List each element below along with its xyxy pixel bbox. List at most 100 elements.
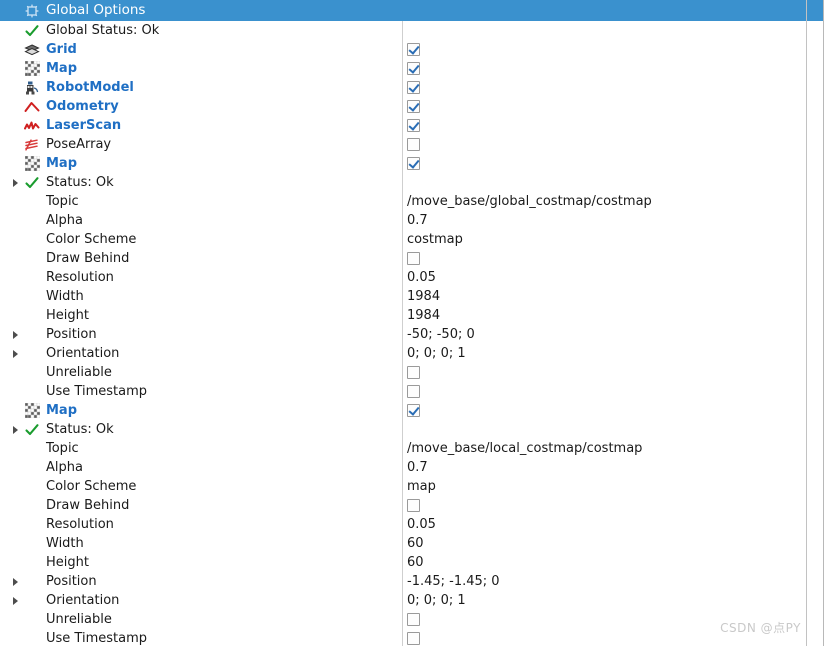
property-row-height[interactable]: Height 60 [0, 553, 823, 572]
property-value-cell[interactable]: 0.7 [403, 211, 806, 230]
property-value-text[interactable]: /move_base/local_costmap/costmap [407, 439, 642, 458]
property-row-unreliable[interactable]: Unreliable [0, 363, 823, 382]
property-value-cell[interactable]: 0; 0; 0; 1 [403, 591, 806, 610]
property-value-text[interactable]: 0; 0; 0; 1 [407, 591, 466, 610]
display-row-laserscan[interactable]: LaserScan [0, 116, 823, 135]
display-enable-checkbox[interactable] [407, 43, 420, 56]
property-name-cell[interactable]: Global Options [0, 0, 402, 21]
property-checkbox[interactable] [407, 499, 420, 512]
expand-triangle-icon[interactable] [8, 578, 22, 586]
property-row-alpha[interactable]: Alpha 0.7 [0, 458, 823, 477]
display-enable-checkbox[interactable] [407, 62, 420, 75]
property-value-cell[interactable]: costmap [403, 230, 806, 249]
status-row[interactable]: Global Status: Ok [0, 21, 823, 40]
property-name-cell[interactable]: Map [0, 154, 402, 173]
property-name-cell[interactable]: Position [0, 325, 402, 344]
property-row-draw-behind[interactable]: Draw Behind [0, 249, 823, 268]
expand-triangle-icon[interactable] [8, 426, 22, 434]
property-name-cell[interactable]: Resolution [0, 268, 402, 287]
property-row-orientation[interactable]: Orientation 0; 0; 0; 1 [0, 591, 823, 610]
property-row-width[interactable]: Width60 [0, 534, 823, 553]
property-name-cell[interactable]: Use Timestamp [0, 629, 402, 646]
property-value-cell[interactable] [403, 382, 806, 401]
property-name-cell[interactable]: Width [0, 287, 402, 306]
property-name-cell[interactable]: Grid [0, 40, 402, 59]
property-name-cell[interactable]: Color Scheme [0, 230, 402, 249]
property-name-cell[interactable]: Alpha [0, 211, 402, 230]
property-value-cell[interactable]: /move_base/global_costmap/costmap [403, 192, 806, 211]
property-value-cell[interactable] [403, 496, 806, 515]
property-value-text[interactable]: 0; 0; 0; 1 [407, 344, 466, 363]
property-name-cell[interactable]: Height [0, 306, 402, 325]
property-row-use-timestamp[interactable]: Use Timestamp [0, 629, 823, 646]
property-value-text[interactable]: map [407, 477, 436, 496]
property-value-cell[interactable]: 0; 0; 0; 1 [403, 344, 806, 363]
property-name-cell[interactable]: Height [0, 553, 402, 572]
property-value-cell[interactable] [403, 154, 806, 173]
property-value-cell[interactable]: 1984 [403, 287, 806, 306]
expand-triangle-icon[interactable] [8, 331, 22, 339]
property-row-use-timestamp[interactable]: Use Timestamp [0, 382, 823, 401]
property-name-cell[interactable]: Alpha [0, 458, 402, 477]
property-value-cell[interactable]: 0.05 [403, 515, 806, 534]
property-value-text[interactable]: 1984 [407, 287, 440, 306]
property-name-cell[interactable]: Unreliable [0, 610, 402, 629]
expand-triangle-icon[interactable] [8, 179, 22, 187]
property-row-height[interactable]: Height 1984 [0, 306, 823, 325]
property-name-cell[interactable]: Orientation [0, 344, 402, 363]
property-name-cell[interactable]: Resolution [0, 515, 402, 534]
property-row-draw-behind[interactable]: Draw Behind [0, 496, 823, 515]
property-checkbox[interactable] [407, 632, 420, 645]
property-value-cell[interactable]: 0.05 [403, 268, 806, 287]
property-name-cell[interactable]: Map [0, 59, 402, 78]
property-name-cell[interactable]: Topic [0, 192, 402, 211]
property-value-cell[interactable] [403, 135, 806, 154]
display-enable-checkbox[interactable] [407, 404, 420, 417]
status-row[interactable]: Status: Ok [0, 173, 823, 192]
property-name-cell[interactable]: Draw Behind [0, 496, 402, 515]
property-row-width[interactable]: Width 1984 [0, 287, 823, 306]
property-value-cell[interactable] [403, 401, 806, 420]
property-row-alpha[interactable]: Alpha 0.7 [0, 211, 823, 230]
property-name-cell[interactable]: Draw Behind [0, 249, 402, 268]
property-row-position[interactable]: Position-1.45; -1.45; 0 [0, 572, 823, 591]
expand-triangle-icon[interactable] [8, 597, 22, 605]
display-enable-checkbox[interactable] [407, 119, 420, 132]
property-row-color-scheme[interactable]: Color Schemecostmap [0, 230, 823, 249]
property-name-cell[interactable]: Unreliable [0, 363, 402, 382]
property-row-topic[interactable]: Topic/move_base/global_costmap/costmap [0, 192, 823, 211]
property-value-cell[interactable] [403, 78, 806, 97]
property-row-resolution[interactable]: Resolution0.05 [0, 268, 823, 287]
property-value-text[interactable]: -50; -50; 0 [407, 325, 475, 344]
property-name-cell[interactable]: PoseArray [0, 135, 402, 154]
property-value-cell[interactable]: 60 [403, 553, 806, 572]
global-options-header-row[interactable]: Global Options [0, 0, 823, 21]
property-value-text[interactable]: 60 [407, 534, 424, 553]
property-value-cell[interactable]: map [403, 477, 806, 496]
property-checkbox[interactable] [407, 613, 420, 626]
display-enable-checkbox[interactable] [407, 157, 420, 170]
property-value-cell[interactable]: 0.7 [403, 458, 806, 477]
property-name-cell[interactable]: Orientation [0, 591, 402, 610]
property-value-cell[interactable] [403, 363, 806, 382]
property-value-cell[interactable] [403, 629, 806, 646]
display-row-map[interactable]: Map [0, 154, 823, 173]
property-name-cell[interactable]: RobotModel [0, 78, 402, 97]
property-value-text[interactable]: 1984 [407, 306, 440, 325]
property-value-text[interactable]: 0.7 [407, 211, 428, 230]
property-name-cell[interactable]: Position [0, 572, 402, 591]
property-value-cell[interactable]: /move_base/local_costmap/costmap [403, 439, 806, 458]
property-value-text[interactable]: 60 [407, 553, 424, 572]
display-enable-checkbox[interactable] [407, 100, 420, 113]
property-checkbox[interactable] [407, 366, 420, 379]
property-value-cell[interactable] [403, 249, 806, 268]
property-row-orientation[interactable]: Orientation 0; 0; 0; 1 [0, 344, 823, 363]
property-name-cell[interactable]: Odometry [0, 97, 402, 116]
property-name-cell[interactable]: Map [0, 401, 402, 420]
property-checkbox[interactable] [407, 385, 420, 398]
property-name-cell[interactable]: Global Status: Ok [0, 21, 402, 40]
property-checkbox[interactable] [407, 252, 420, 265]
property-row-topic[interactable]: Topic/move_base/local_costmap/costmap [0, 439, 823, 458]
property-value-text[interactable]: 0.7 [407, 458, 428, 477]
property-value-cell[interactable] [403, 97, 806, 116]
